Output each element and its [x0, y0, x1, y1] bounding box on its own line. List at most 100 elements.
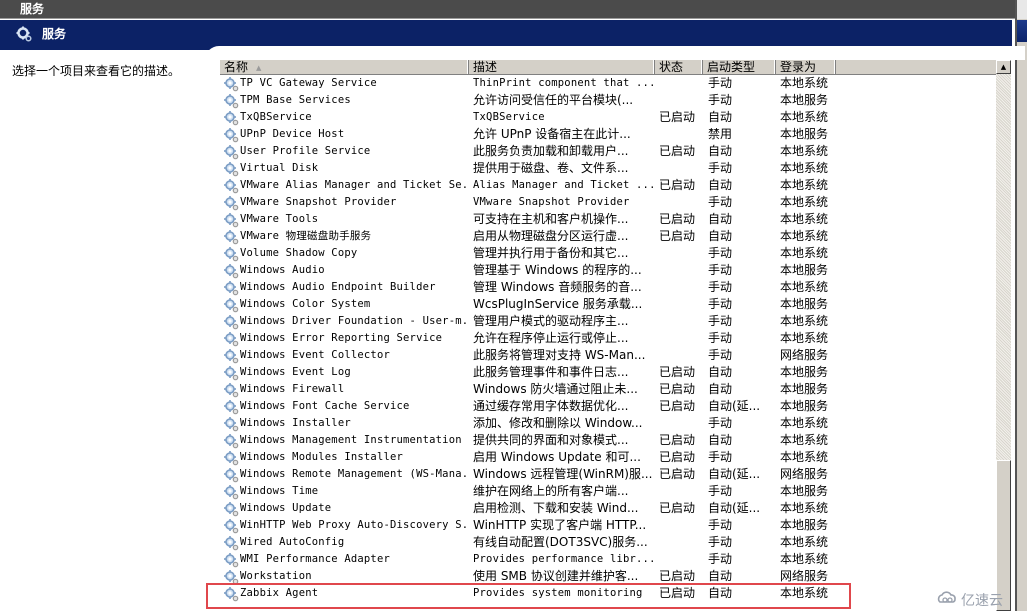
- table-row[interactable]: VMware Alias Manager and Ticket Se... Ali…: [220, 177, 996, 194]
- column-label: 启动类型: [707, 60, 756, 74]
- service-gear-icon: [223, 416, 239, 433]
- service-name: Windows Driver Foundation - User-m...: [240, 315, 470, 327]
- column-header-startup-type[interactable]: 启动类型: [703, 60, 776, 74]
- table-row[interactable]: VMware 物理磁盘助手服务 启用从物理磁盘分区运行虚... 已启动 自动 本地系统: [220, 228, 996, 245]
- service-description: VMware Snapshot Provider: [473, 196, 630, 208]
- service-status: 已启动: [659, 586, 696, 600]
- table-row[interactable]: Workstation 使用 SMB 协议创建并维护客... 已启动 自动 网络服务: [220, 568, 996, 585]
- adjacent-pane-header: [1017, 20, 1027, 42]
- table-row[interactable]: VMware Snapshot Provider VMware Snapshot …: [220, 194, 996, 211]
- service-description: WinHTTP 实现了客户端 HTTP...: [473, 518, 647, 532]
- service-startup-type: 自动: [708, 365, 733, 379]
- service-startup-type: 手动: [708, 76, 733, 90]
- service-description: 此服务将管理对支持 WS-Man...: [473, 348, 646, 362]
- table-row[interactable]: WMI Performance Adapter Provides performa…: [220, 551, 996, 568]
- table-row[interactable]: User Profile Service 此服务负责加载和卸载用户... 已启动 自动…: [220, 143, 996, 160]
- service-logon-as: 本地系统: [780, 331, 829, 345]
- service-logon-as: 网络服务: [780, 348, 829, 362]
- table-row[interactable]: Windows Event Log 此服务管理事件和事件日志... 已启动 自动 本地服…: [220, 364, 996, 381]
- service-status: [659, 92, 703, 109]
- service-gear-icon: [223, 348, 239, 365]
- table-row[interactable]: Windows Audio Endpoint Builder 管理 Windows…: [220, 279, 996, 296]
- service-gear-icon: [223, 399, 239, 416]
- table-row[interactable]: Windows Time 维护在网络上的所有客户端... 手动 本地服务: [220, 483, 996, 500]
- table-row[interactable]: Windows Modules Installer 启用 Windows Upda…: [220, 449, 996, 466]
- service-gear-icon: [223, 297, 239, 314]
- column-header-name[interactable]: 名称 ▲: [220, 60, 469, 74]
- vertical-scrollbar[interactable]: ▲: [996, 60, 1011, 611]
- service-logon-as: 本地系统: [780, 535, 829, 549]
- service-description: Provides performance libr...: [473, 553, 653, 565]
- table-row[interactable]: Windows Driver Foundation - User-m... 管理用…: [220, 313, 996, 330]
- service-gear-icon: [223, 450, 239, 467]
- table-row[interactable]: Windows Event Collector 此服务将管理对支持 WS-Man.…: [220, 347, 996, 364]
- service-description: 此服务负责加载和卸载用户...: [473, 144, 629, 158]
- service-logon-as: 本地系统: [780, 280, 829, 294]
- service-description: Windows 远程管理(WinRM)服...: [473, 467, 653, 481]
- table-row[interactable]: Windows Management Instrumentation 提供共同的界…: [220, 432, 996, 449]
- service-description: 管理 Windows 音频服务的音...: [473, 280, 642, 294]
- scroll-thumb[interactable]: [996, 460, 1011, 611]
- table-row[interactable]: Windows Update 启用检测、下载和安装 Wind... 已启动 自动(延.…: [220, 500, 996, 517]
- table-row[interactable]: TPM Base Services 允许访问受信任的平台模块(... 手动 本地服务: [220, 92, 996, 109]
- service-logon-as: 本地系统: [780, 501, 829, 515]
- column-label: 登录为: [780, 60, 817, 74]
- service-name: Workstation: [240, 570, 312, 582]
- service-logon-as: 本地系统: [780, 314, 829, 328]
- service-logon-as: 本地服务: [780, 263, 829, 277]
- table-row[interactable]: VMware Tools 可支持在主机和客户机操作... 已启动 自动 本地系统: [220, 211, 996, 228]
- service-startup-type: 自动: [708, 382, 733, 396]
- table-row[interactable]: Windows Color System WcsPlugInService 服务承…: [220, 296, 996, 313]
- service-gear-icon: [223, 552, 239, 569]
- service-startup-type: 自动: [708, 433, 733, 447]
- table-row[interactable]: Windows Error Reporting Service 允许在程序停止运行…: [220, 330, 996, 347]
- table-row[interactable]: Windows Font Cache Service 通过缓存常用字体数据优化..…: [220, 398, 996, 415]
- table-row[interactable]: WinHTTP Web Proxy Auto-Discovery S... Win…: [220, 517, 996, 534]
- table-row[interactable]: UPnP Device Host 允许 UPnP 设备宿主在此计... 禁用 本地服务: [220, 126, 996, 143]
- service-status: [659, 279, 703, 296]
- table-row[interactable]: Windows Firewall Windows 防火墙通过阻止未... 已启动 自动…: [220, 381, 996, 398]
- watermark-text: 亿速云: [961, 593, 1003, 609]
- service-logon-as: 本地服务: [780, 297, 829, 311]
- table-row[interactable]: Wired AutoConfig 有线自动配置(DOT3SVC)服务... 手动 本地…: [220, 534, 996, 551]
- table-row[interactable]: Windows Remote Management (WS-Mana... Win…: [220, 466, 996, 483]
- service-gear-icon: [223, 76, 239, 93]
- service-name: Virtual Disk: [240, 162, 319, 174]
- service-logon-as: 本地系统: [780, 586, 829, 600]
- service-description: 添加、修改和删除以 Window...: [473, 416, 643, 430]
- table-row[interactable]: Windows Audio 管理基于 Windows 的程序的... 手动 本地服务: [220, 262, 996, 279]
- service-gear-icon: [223, 484, 239, 501]
- column-header-description[interactable]: 描述: [469, 60, 655, 74]
- service-logon-as: 本地系统: [780, 110, 829, 124]
- service-startup-type: 手动: [708, 348, 733, 362]
- service-name: Volume Shadow Copy: [240, 247, 358, 259]
- service-description: 启用从物理磁盘分区运行虚...: [473, 229, 629, 243]
- table-row[interactable]: TxQBService TxQBService 已启动 自动 本地系统: [220, 109, 996, 126]
- sort-ascending-icon: ▲: [256, 63, 262, 72]
- column-label: 状态: [659, 60, 684, 74]
- scroll-up-button[interactable]: ▲: [996, 60, 1011, 74]
- column-header-status[interactable]: 状态: [655, 60, 703, 74]
- service-status: 已启动: [659, 501, 696, 515]
- table-row[interactable]: Virtual Disk 提供用于磁盘、卷、文件系... 手动 本地系统: [220, 160, 996, 177]
- service-description: 启用检测、下载和安装 Wind...: [473, 501, 639, 515]
- service-startup-type: 手动: [708, 484, 733, 498]
- column-header-logon-as[interactable]: 登录为: [776, 60, 836, 74]
- service-status: 已启动: [659, 569, 696, 583]
- service-logon-as: 本地系统: [780, 178, 829, 192]
- service-status: [659, 347, 703, 364]
- service-name: Windows Audio Endpoint Builder: [240, 281, 436, 293]
- service-status: [659, 517, 703, 534]
- service-logon-as: 本地系统: [780, 416, 829, 430]
- table-row[interactable]: Zabbix Agent Provides system monitoring 已启…: [220, 585, 996, 602]
- service-name: Wired AutoConfig: [240, 536, 345, 548]
- service-status: [659, 75, 703, 92]
- table-row[interactable]: Volume Shadow Copy 管理并执行用于备份和其它... 手动 本地系统: [220, 245, 996, 262]
- table-row[interactable]: TP VC Gateway Service ThinPrint component…: [220, 75, 996, 92]
- service-description: 管理用户模式的驱动程序主...: [473, 314, 629, 328]
- service-status: 已启动: [659, 382, 696, 396]
- service-description: 允许在程序停止运行或停止...: [473, 331, 629, 345]
- table-row[interactable]: Windows Installer 添加、修改和删除以 Window... 手动 本地…: [220, 415, 996, 432]
- service-description: 允许 UPnP 设备宿主在此计...: [473, 127, 631, 141]
- service-status: 已启动: [659, 399, 696, 413]
